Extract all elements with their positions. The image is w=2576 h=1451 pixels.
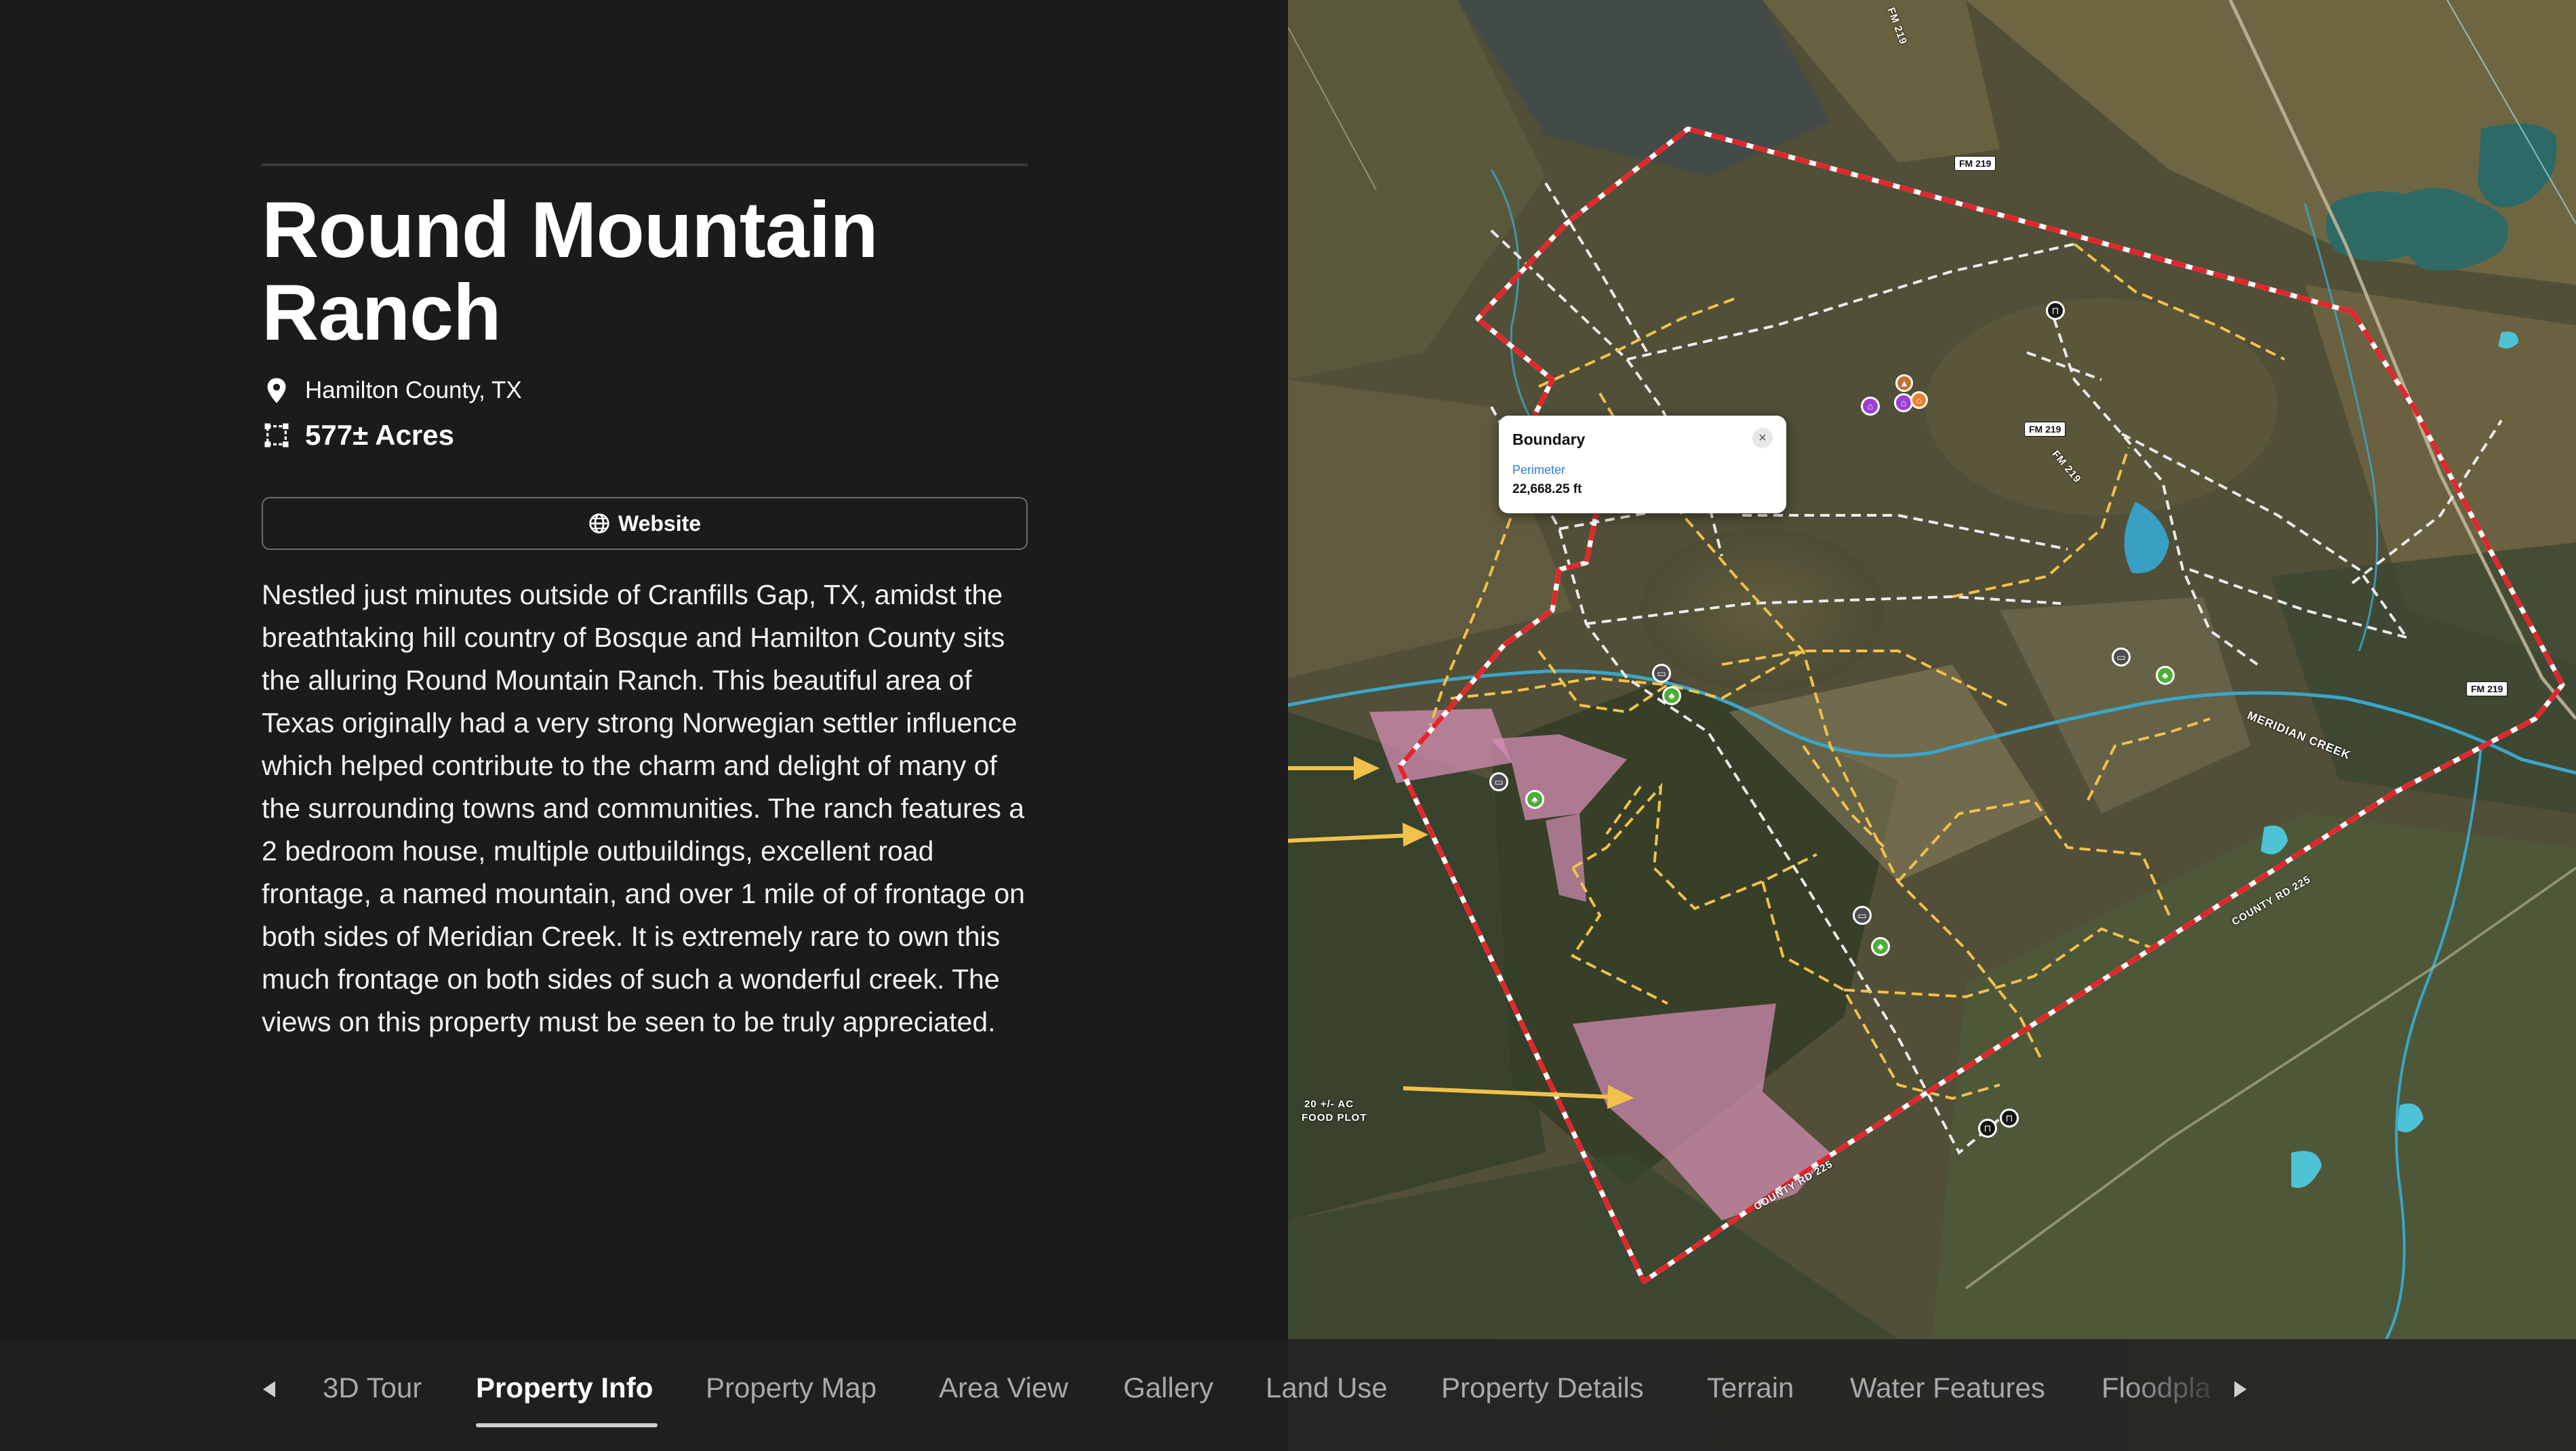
tab-property-details[interactable]: Property Details: [1441, 1372, 1644, 1404]
active-tab-indicator: [476, 1423, 658, 1427]
tab-gallery[interactable]: Gallery: [1123, 1372, 1213, 1404]
globe-icon: [589, 513, 609, 534]
boundary-popup: Boundary × Perimeter 22,668.25 ft: [1499, 416, 1786, 513]
stand-icon[interactable]: ♣: [1662, 686, 1681, 705]
tab-overflow-fade: [2122, 1339, 2230, 1451]
section-tab-bar: 3D Tour Property Info Property Map Area …: [0, 1339, 2576, 1451]
barn-icon[interactable]: ▲: [1895, 374, 1913, 392]
food-plot-label: FOOD PLOT: [1302, 1112, 1367, 1124]
popup-title: Boundary: [1512, 431, 1586, 448]
location-row: Hamilton County, TX: [262, 376, 522, 405]
stand-icon[interactable]: ♣: [2156, 666, 2175, 685]
tab-area-view[interactable]: Area View: [939, 1372, 1068, 1404]
road-label-fm-219: FM 219: [2466, 681, 2508, 696]
road-label-fm-219: FM 219: [1954, 156, 1996, 171]
chevron-left-icon[interactable]: [263, 1381, 275, 1397]
food-plot-label: 20 +/- AC: [1304, 1098, 1354, 1110]
header-divider: [262, 163, 1028, 166]
stand-icon[interactable]: ♣: [1525, 790, 1544, 809]
feeder-icon[interactable]: ▭: [2112, 648, 2131, 667]
gate-icon[interactable]: ⊓: [2000, 1109, 2019, 1128]
location-pin-icon: [262, 376, 291, 405]
gate-icon[interactable]: ⊓: [2046, 301, 2065, 320]
perimeter-label: Perimeter: [1512, 463, 1566, 477]
property-title: Round Mountain Ranch: [262, 185, 879, 357]
perimeter-value: 22,668.25 ft: [1512, 482, 1582, 496]
location-text: Hamilton County, TX: [305, 377, 522, 403]
chevron-right-icon[interactable]: [2234, 1381, 2247, 1397]
stand-icon[interactable]: ♣: [1871, 937, 1890, 956]
property-description: Nestled just minutes outside of Cranfill…: [262, 579, 1025, 1037]
tab-property-map[interactable]: Property Map: [706, 1372, 877, 1404]
close-icon[interactable]: ×: [1752, 428, 1773, 448]
house-icon[interactable]: ⌂: [1861, 397, 1880, 416]
road-label-fm-219: FM 219: [2024, 422, 2066, 437]
acreage-row: 577± Acres: [262, 419, 454, 452]
tab-terrain[interactable]: Terrain: [1707, 1372, 1794, 1404]
website-button-label: Website: [618, 511, 702, 536]
property-info-panel: Round Mountain Ranch Hamilton County, TX…: [0, 0, 1288, 1339]
barn-icon[interactable]: ⌂: [1910, 391, 1928, 409]
blind-icon[interactable]: ▭: [1489, 772, 1508, 791]
satellite-map[interactable]: FM 219 FM 219 FM 219 FM 219 FM 219 MERID…: [1288, 0, 2576, 1339]
map-canvas[interactable]: [1288, 0, 2576, 1339]
blind-icon[interactable]: ▭: [1652, 664, 1671, 683]
blind-icon[interactable]: ▭: [1853, 906, 1872, 925]
area-icon: [262, 420, 291, 450]
website-button[interactable]: Website: [262, 497, 1028, 550]
tab-water-features[interactable]: Water Features: [1850, 1372, 2045, 1404]
tab-land-use[interactable]: Land Use: [1266, 1372, 1388, 1404]
acreage-text: 577± Acres: [305, 419, 454, 451]
gate-icon[interactable]: ⊓: [1978, 1119, 1997, 1138]
tab-property-info[interactable]: Property Info: [476, 1372, 653, 1404]
tab-3d-tour[interactable]: 3D Tour: [323, 1372, 422, 1404]
